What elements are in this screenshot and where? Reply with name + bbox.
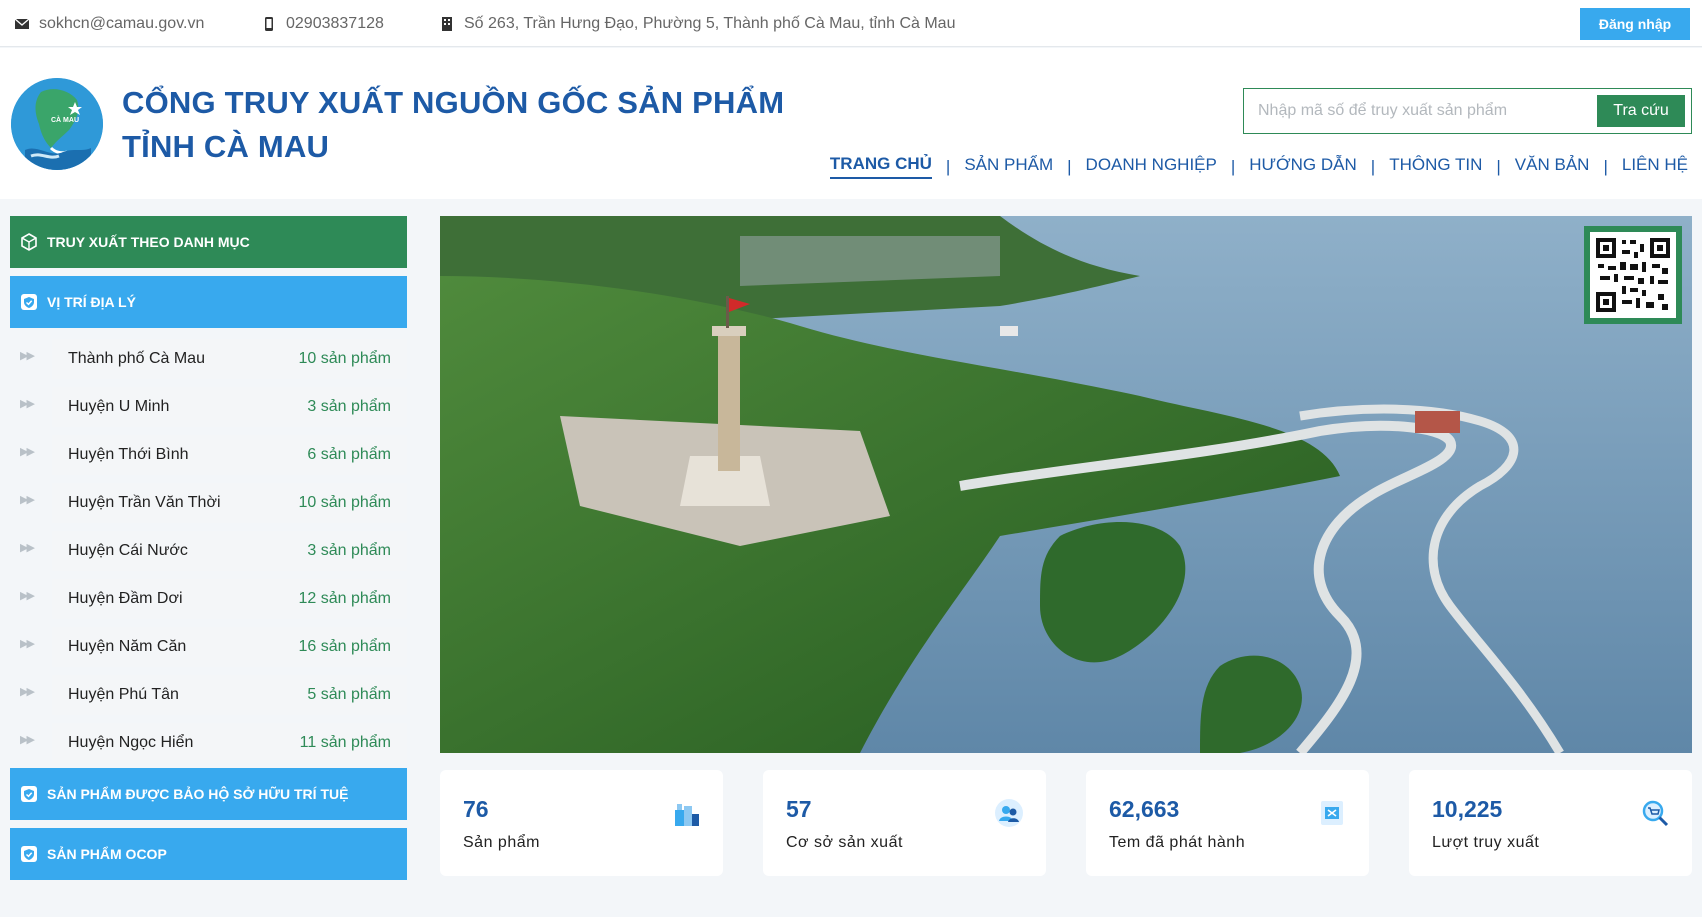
login-button[interactable]: Đăng nhập [1580, 8, 1690, 40]
ocop-products-label: SẢN PHẨM OCOP [47, 846, 167, 862]
nav-contact[interactable]: LIÊN HỆ [1622, 155, 1688, 178]
nav-separator: | [1370, 156, 1376, 176]
cube-icon [20, 233, 38, 251]
double-arrow-icon: ▶▶ [20, 686, 35, 698]
site-title: CỔNG TRUY XUẤT NGUỒN GỐC SẢN PHẨM TỈNH C… [122, 81, 784, 169]
nav-separator: | [945, 156, 951, 176]
double-arrow-icon: ▶▶ [20, 494, 35, 506]
nav-separator: | [1230, 156, 1236, 176]
ip-products-header[interactable]: SẢN PHẨM ĐƯỢC BẢO HỘ SỞ HỮU TRÍ TUỆ [10, 768, 407, 820]
contact-email[interactable]: sokhcn@camau.gov.vn [15, 14, 204, 34]
double-arrow-icon: ▶▶ [20, 446, 35, 458]
email-text: sokhcn@camau.gov.vn [39, 15, 205, 32]
shield-check-icon [20, 293, 38, 311]
nav-businesses[interactable]: DOANH NGHIỆP [1086, 155, 1217, 178]
title-line-2: TỈNH CÀ MAU [122, 129, 330, 164]
nav-documents[interactable]: VĂN BẢN [1515, 155, 1590, 178]
product-icon [675, 804, 699, 826]
qr-code-icon [1596, 238, 1670, 312]
nav-guide[interactable]: HƯỚNG DẪN [1249, 155, 1357, 178]
nav-info[interactable]: THÔNG TIN [1389, 155, 1482, 178]
stat-card-traces[interactable]: 10,225 Lượt truy xuất [1409, 770, 1692, 876]
double-arrow-icon: ▶▶ [20, 398, 35, 410]
geo-location-header[interactable]: VỊ TRÍ ĐỊA LÝ [10, 276, 407, 328]
contact-address: Số 263, Trần Hưng Đạo, Phường 5, Thành p… [440, 14, 955, 34]
main-nav: TRANG CHỦ | SẢN PHẨM | DOANH NGHIỆP | HƯ… [829, 154, 1688, 179]
search-cart-icon [1642, 800, 1669, 827]
trace-search-button[interactable]: Tra cứu [1597, 95, 1685, 127]
list-item[interactable]: ▶▶ Huyện Trần Văn Thời 10 sản phẩm [10, 479, 407, 527]
phone-icon [265, 17, 273, 31]
aerial-photo-ca-mau-cape [440, 216, 1692, 753]
nav-separator: | [1496, 156, 1501, 176]
stat-label: Lượt truy xuất [1432, 834, 1540, 851]
ocop-products-header[interactable]: SẢN PHẨM OCOP [10, 828, 407, 880]
category-trace-header[interactable]: TRUY XUẤT THEO DANH MỤC [10, 216, 407, 268]
stat-value: 62,663 [1109, 796, 1180, 822]
ip-products-label: SẢN PHẨM ĐƯỢC BẢO HỘ SỞ HỮU TRÍ TUỆ [47, 786, 349, 802]
list-item[interactable]: ▶▶ Huyện Phú Tân 5 sản phẩm [10, 671, 407, 719]
mail-icon [15, 18, 29, 29]
double-arrow-icon: ▶▶ [20, 350, 35, 362]
nav-home[interactable]: TRANG CHỦ [829, 154, 932, 179]
location-list: ▶▶ Thành phố Cà Mau 10 sản phẩm ▶▶ Huyện … [10, 335, 407, 767]
stat-card-products[interactable]: 76 Sản phẩm [440, 770, 723, 876]
list-item[interactable]: ▶▶ Huyện Cái Nước 3 sản phẩm [10, 527, 407, 575]
list-item[interactable]: ▶▶ Huyện Thới Bình 6 sản phẩm [10, 431, 407, 479]
building-icon [442, 17, 452, 31]
stat-value: 10,225 [1432, 796, 1503, 822]
double-arrow-icon: ▶▶ [20, 542, 35, 554]
list-item[interactable]: ▶▶ Huyện Đầm Dơi 12 sản phẩm [10, 575, 407, 623]
title-line-1: CỔNG TRUY XUẤT NGUỒN GỐC SẢN PHẨM [122, 85, 785, 120]
site-logo[interactable]: CÀ MAU [11, 78, 103, 170]
stat-value: 57 [786, 796, 812, 822]
category-trace-label: TRUY XUẤT THEO DANH MỤC [47, 234, 250, 250]
qr-code[interactable] [1584, 226, 1682, 324]
stat-label: Sản phẩm [463, 834, 540, 851]
list-item[interactable]: ▶▶ Huyện Năm Căn 16 sản phẩm [10, 623, 407, 671]
ca-mau-map-logo: CÀ MAU [11, 78, 103, 170]
site-header: CÀ MAU CỔNG TRUY XUẤT NGUỒN GỐC SẢN PHẨM… [0, 48, 1702, 199]
stat-card-facilities[interactable]: 57 Cơ sở sản xuất [763, 770, 1046, 876]
contact-phone[interactable]: 02903837128 [262, 14, 384, 34]
stat-label: Cơ sở sản xuất [786, 834, 903, 851]
top-bar: sokhcn@camau.gov.vn 02903837128 Số 263, … [0, 0, 1702, 47]
list-item[interactable]: ▶▶ Huyện Ngọc Hiển 11 sản phẩm [10, 719, 407, 767]
nav-separator: | [1067, 156, 1072, 176]
nav-products[interactable]: SẢN PHẨM [964, 155, 1053, 178]
stat-card-stamps[interactable]: 62,663 Tem đã phát hành [1086, 770, 1369, 876]
list-item[interactable]: ▶▶ Thành phố Cà Mau 10 sản phẩm [10, 335, 407, 383]
stat-label: Tem đã phát hành [1109, 834, 1246, 851]
double-arrow-icon: ▶▶ [20, 638, 35, 650]
geo-location-label: VỊ TRÍ ĐỊA LÝ [47, 294, 136, 310]
shield-check-icon [20, 845, 38, 863]
stat-value: 76 [463, 796, 489, 822]
address-text: Số 263, Trần Hưng Đạo, Phường 5, Thành p… [464, 15, 956, 32]
nav-separator: | [1603, 156, 1608, 176]
users-icon [995, 799, 1023, 827]
list-item[interactable]: ▶▶ Huyện U Minh 3 sản phẩm [10, 383, 407, 431]
trace-search: Tra cứu [1243, 88, 1692, 134]
svg-text:CÀ MAU: CÀ MAU [51, 115, 79, 124]
phone-text: 02903837128 [286, 15, 384, 32]
stamp-icon [1321, 801, 1343, 825]
shield-check-icon [20, 785, 38, 803]
double-arrow-icon: ▶▶ [20, 734, 35, 746]
trace-search-input[interactable] [1258, 97, 1578, 125]
double-arrow-icon: ▶▶ [20, 590, 35, 602]
hero-banner [440, 216, 1692, 753]
